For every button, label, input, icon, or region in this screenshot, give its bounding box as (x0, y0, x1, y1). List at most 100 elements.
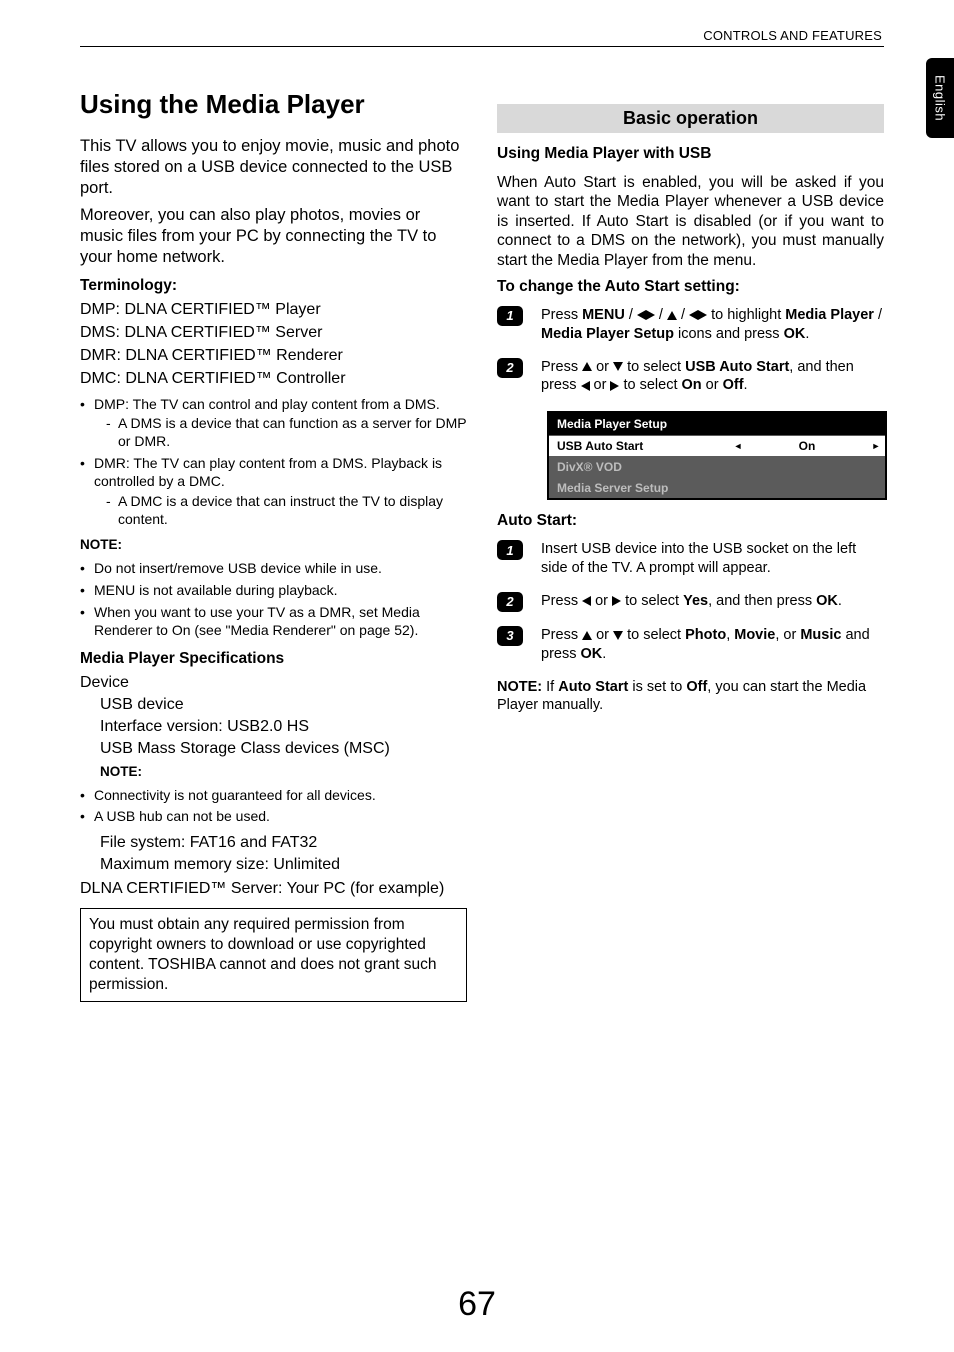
t: . (744, 377, 748, 393)
term-dmp-desc: DMP: The TV can control and play content… (94, 396, 440, 412)
note-list-2: Connectivity is not guaranteed for all d… (80, 787, 467, 827)
note-heading-2: NOTE: (100, 764, 467, 779)
down-arrow-icon (613, 631, 623, 640)
step-2-body: Press or to select USB Auto Start, and t… (541, 358, 884, 396)
step-2: 2 Press or to select USB Auto Start, and… (497, 358, 884, 396)
up-arrow-icon (582, 362, 592, 371)
t: / (874, 307, 882, 323)
music-label: Music (800, 627, 841, 643)
auto-step-1-body: Insert USB device into the USB socket on… (541, 540, 884, 578)
list-item: When you want to use your TV as a DMR, s… (80, 604, 467, 640)
right-arrow-icon (612, 596, 621, 606)
page-number: 67 (0, 1285, 954, 1324)
step-number-3: 3 (497, 626, 523, 646)
up-arrow-icon (667, 311, 677, 320)
t: Press (541, 593, 582, 609)
specs-heading: Media Player Specifications (80, 650, 467, 668)
photo-label: Photo (685, 627, 726, 643)
t: or (590, 377, 611, 393)
intro-1: This TV allows you to enjoy movie, music… (80, 136, 467, 199)
t: / (677, 307, 689, 323)
t: icons and press (674, 326, 784, 342)
t: or (592, 627, 613, 643)
t: to highlight (707, 307, 785, 323)
auto-step-3: 3 Press or to select Photo, Movie, or Mu… (497, 626, 884, 664)
left-arrow-icon (582, 596, 591, 606)
list-item: A DMS is a device that can function as a… (106, 415, 467, 451)
t: Press (541, 307, 582, 323)
t: / (625, 307, 637, 323)
step-1: 1 Press MENU / / / to highlight Media Pl… (497, 306, 884, 344)
menu-row-divx-vod: DivX® VOD (549, 456, 885, 477)
menu-row-label: USB Auto Start (549, 436, 729, 456)
ok-key: OK (816, 593, 838, 609)
list-item: DMP: The TV can control and play content… (80, 396, 467, 452)
header-rule (80, 46, 884, 47)
note-heading: NOTE: (80, 537, 467, 552)
t: to select (619, 377, 681, 393)
right-column: Basic operation Using Media Player with … (497, 90, 884, 1002)
page: CONTROLS AND FEATURES English Using the … (0, 0, 954, 1352)
usb-paragraph: When Auto Start is enabled, you will be … (497, 173, 884, 270)
t: to select (623, 359, 685, 375)
msc: USB Mass Storage Class devices (MSC) (100, 740, 467, 758)
auto-step-2-body: Press or to select Yes, and then press O… (541, 592, 884, 611)
note-list-1: Do not insert/remove USB device while in… (80, 560, 467, 640)
off-label: Off (686, 679, 707, 695)
media-player-setup-label: Media Player Setup (541, 326, 674, 342)
max-memory: Maximum memory size: Unlimited (100, 856, 467, 874)
list-item: A DMC is a device that can instruct the … (106, 493, 467, 529)
term-dmr: DMR: DLNA CERTIFIED™ Renderer (80, 347, 467, 365)
media-player-setup-menu: Media Player Setup USB Auto Start ◄ On ►… (547, 411, 887, 500)
step-number-1: 1 (497, 540, 523, 560)
menu-title: Media Player Setup (549, 413, 885, 435)
menu-row-label: Media Server Setup (549, 478, 885, 498)
list-item: Do not insert/remove USB device while in… (80, 560, 467, 578)
list-item: A USB hub can not be used. (80, 808, 467, 826)
step-number-2: 2 (497, 592, 523, 612)
ok-key: OK (784, 326, 806, 342)
step-number-2: 2 (497, 358, 523, 378)
step-number-1: 1 (497, 306, 523, 326)
t: . (805, 326, 809, 342)
down-arrow-icon (613, 362, 623, 371)
dlna-server: DLNA CERTIFIED™ Server: Your PC (for exa… (80, 880, 467, 898)
columns: Using the Media Player This TV allows yo… (80, 90, 884, 1002)
t: is set to (628, 679, 686, 695)
t: , or (775, 627, 800, 643)
t: to select (623, 627, 685, 643)
menu-row-value: On (747, 436, 867, 456)
terminology-heading: Terminology: (80, 277, 467, 295)
change-setting-title: To change the Auto Start setting: (497, 278, 884, 296)
t: or (702, 377, 723, 393)
t: / (655, 307, 667, 323)
left-arrow-icon: ◄ (729, 441, 747, 451)
copyright-notice-box: You must obtain any required permission … (80, 908, 467, 1001)
yes-label: Yes (683, 593, 708, 609)
list-item: MENU is not available during playback. (80, 582, 467, 600)
right-arrow-icon: ► (867, 441, 885, 451)
up-arrow-icon (582, 631, 592, 640)
term-dmp: DMP: DLNA CERTIFIED™ Player (80, 301, 467, 319)
page-title: Using the Media Player (80, 90, 467, 120)
media-player-label: Media Player (785, 307, 874, 323)
t: Press (541, 359, 582, 375)
terminology-list: DMP: The TV can control and play content… (80, 396, 467, 529)
auto-step-1: 1 Insert USB device into the USB socket … (497, 540, 884, 578)
term-dms: DMS: DLNA CERTIFIED™ Server (80, 324, 467, 342)
list-item: Connectivity is not guaranteed for all d… (80, 787, 467, 805)
t: Press (541, 627, 582, 643)
menu-key: MENU (582, 307, 625, 323)
auto-start-label: Auto Start (558, 679, 628, 695)
t: , and then press (708, 593, 816, 609)
t: or (592, 359, 613, 375)
left-arrow-icon (581, 381, 590, 391)
left-arrow-icon (637, 310, 646, 320)
usb-auto-start-label: USB Auto Start (685, 359, 789, 375)
off-label: Off (723, 377, 744, 393)
auto-start-title: Auto Start: (497, 512, 884, 530)
language-tab: English (926, 58, 954, 138)
note-label: NOTE: (497, 679, 546, 695)
left-arrow-icon (689, 310, 698, 320)
right-arrow-icon (698, 310, 707, 320)
